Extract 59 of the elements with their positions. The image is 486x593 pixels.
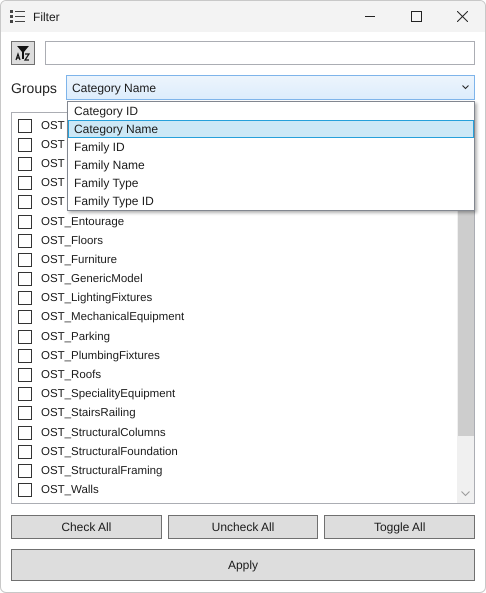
checkbox[interactable] <box>18 176 32 190</box>
checkbox[interactable] <box>18 444 32 459</box>
checkbox[interactable] <box>18 387 32 402</box>
checkbox[interactable] <box>18 118 32 133</box>
checkbox[interactable] <box>18 234 32 248</box>
caret-icon <box>462 85 469 90</box>
item-label: OST_Roofs <box>41 369 102 382</box>
groups-label: Groups <box>11 80 58 96</box>
item-label: OST <box>41 196 65 208</box>
item-label: OST_StructuralColumns <box>41 426 166 439</box>
sort-filter-button[interactable] <box>11 41 35 65</box>
maximize-icon[interactable] <box>410 11 422 22</box>
item-label: OST_Floors <box>41 234 103 247</box>
item-label: OST_MechanicalEquipment <box>41 311 184 324</box>
checkbox[interactable] <box>18 368 32 382</box>
checkbox[interactable] <box>18 426 32 440</box>
item-label: OST <box>41 158 65 170</box>
groups-dropdown[interactable]: Category Name <box>66 75 475 100</box>
checkbox[interactable] <box>18 483 32 498</box>
checkbox[interactable] <box>18 272 32 286</box>
item-label: OST_Walls <box>41 484 99 496</box>
checkbox[interactable] <box>18 156 32 171</box>
list-icon <box>10 10 25 23</box>
checkbox[interactable] <box>18 252 32 267</box>
item-label: OST_StructuralFoundation <box>41 446 178 458</box>
window-title: Filter <box>33 10 61 24</box>
close-icon[interactable] <box>456 11 468 22</box>
item-label: OST_Parking <box>41 330 110 343</box>
checkbox[interactable] <box>18 138 32 152</box>
checkbox[interactable] <box>18 195 32 210</box>
checkbox[interactable] <box>18 291 32 306</box>
checkbox[interactable] <box>18 348 32 363</box>
item-label: OST_SpecialityEquipment <box>41 388 176 400</box>
search-field[interactable] <box>45 41 475 65</box>
list-action-button[interactable]: Toggle All <box>324 515 476 539</box>
item-label: OST_StructuralFraming <box>41 464 162 477</box>
item-label: OST <box>41 120 65 132</box>
checkbox[interactable] <box>18 310 32 324</box>
dropdown-option[interactable]: Family ID <box>68 138 474 156</box>
item-label: OST_GenericModel <box>41 273 143 286</box>
list-action-button[interactable]: Uncheck All <box>168 515 318 539</box>
checkbox[interactable] <box>18 464 32 478</box>
list-action-button[interactable]: Check All <box>11 515 162 539</box>
checkbox[interactable] <box>18 330 32 344</box>
dropdown-option[interactable]: Category ID <box>68 102 474 120</box>
apply-button[interactable]: Apply <box>11 549 475 581</box>
dropdown-option[interactable]: Family Name <box>68 156 474 174</box>
item-label: OST <box>41 177 65 190</box>
item-label: OST_Furniture <box>41 254 118 266</box>
dropdown-option[interactable]: Family Type <box>68 174 474 192</box>
checkbox[interactable] <box>18 406 32 420</box>
item-label: OST_PlumbingFixtures <box>41 350 160 362</box>
item-label: OST_StairsRailing <box>41 407 136 420</box>
dropdown-option[interactable]: Category Name <box>68 120 474 138</box>
dropdown-option[interactable]: Family Type ID <box>68 192 474 210</box>
item-label: OST_LightingFixtures <box>41 292 152 304</box>
checkbox[interactable] <box>18 214 32 229</box>
item-label: OST <box>41 138 65 151</box>
item-label: OST_Entourage <box>41 216 124 228</box>
